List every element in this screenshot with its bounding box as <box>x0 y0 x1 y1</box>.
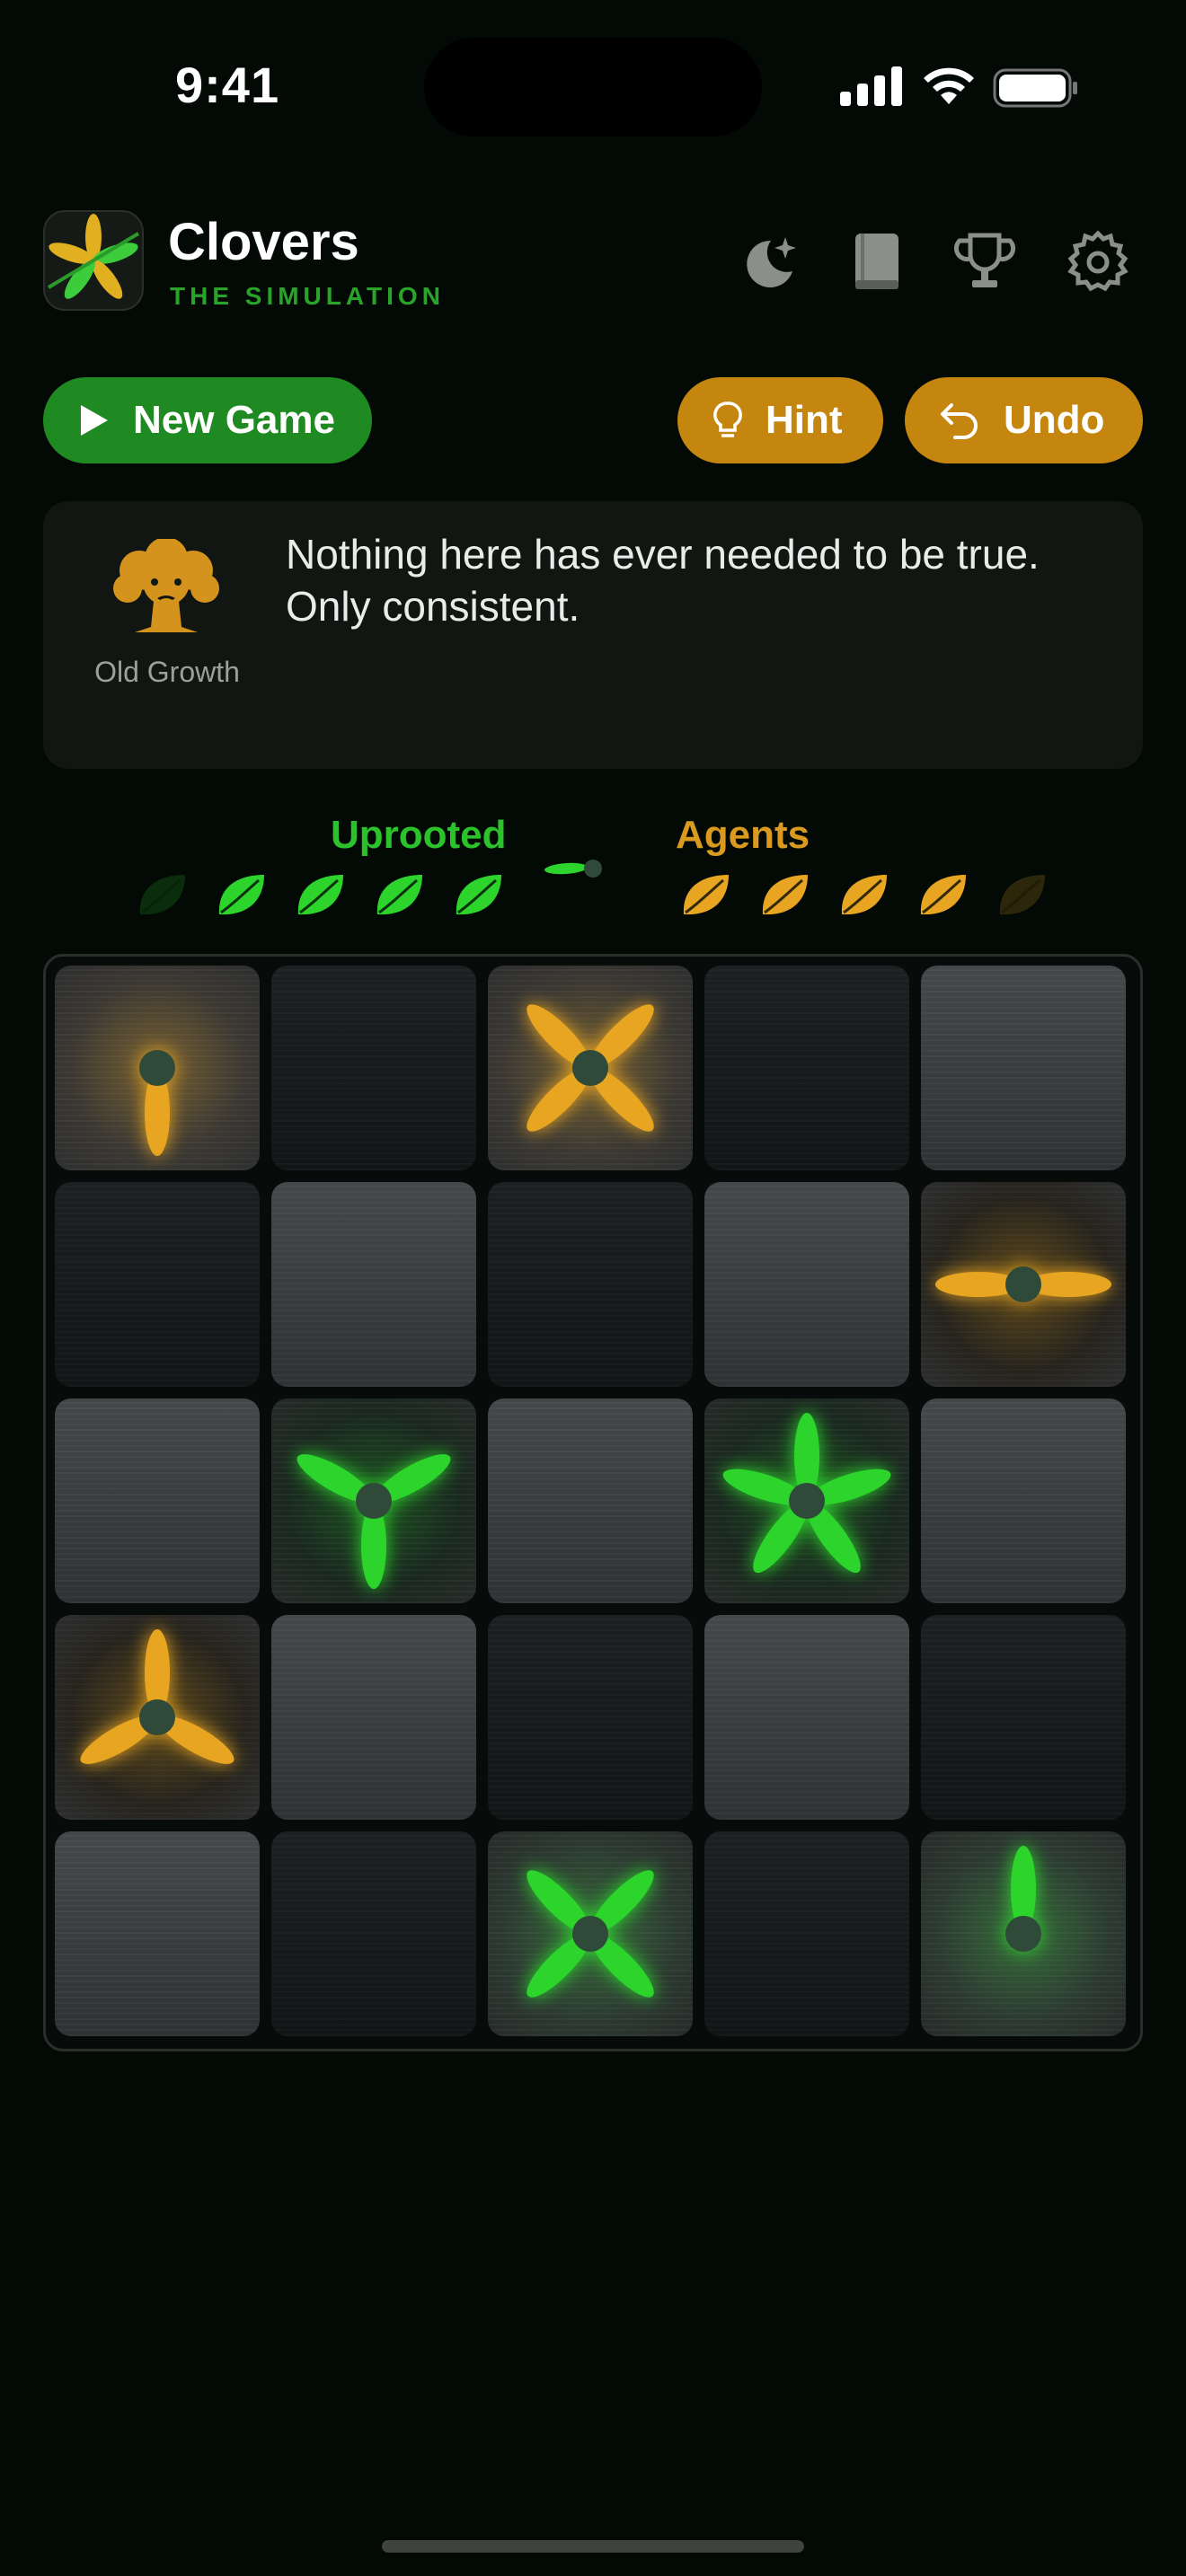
hint-label: Hint <box>766 398 843 442</box>
agent-clover-icon <box>935 1266 1111 1302</box>
agent-clover-icon <box>139 1050 175 1156</box>
board-cell[interactable] <box>921 1831 1126 2036</box>
app-logo-icon <box>43 210 144 311</box>
undo-label: Undo <box>1004 398 1105 442</box>
score-leaf-icon <box>836 869 890 920</box>
board-cell[interactable] <box>488 1831 693 2036</box>
battery-icon <box>993 68 1077 108</box>
uprooted-label: Uprooted <box>331 813 507 857</box>
oak-tree-icon <box>113 539 219 632</box>
new-game-button[interactable]: New Game <box>43 377 372 463</box>
player-clover-icon <box>1005 1846 1041 1952</box>
agent-clover-icon <box>80 1629 235 1764</box>
board-cell[interactable] <box>488 1398 693 1603</box>
board-cell[interactable] <box>921 1182 1126 1387</box>
wifi-icon <box>924 67 974 104</box>
board-cell[interactable] <box>55 1398 260 1603</box>
score-leaf-icon <box>678 869 732 920</box>
board-cell[interactable] <box>704 1398 909 1603</box>
undo-button[interactable]: Undo <box>905 377 1143 463</box>
cellular-signal-icon <box>840 66 902 106</box>
board-cell[interactable] <box>488 1182 693 1387</box>
agent-clover-icon <box>527 1004 654 1132</box>
player-clover-icon <box>527 1870 654 1998</box>
board-cell[interactable] <box>704 1182 909 1387</box>
board-cell[interactable] <box>271 1398 476 1603</box>
board-cell[interactable] <box>921 966 1126 1170</box>
undo-arrow-icon <box>941 403 978 439</box>
board-cell[interactable] <box>921 1615 1126 1820</box>
app-subtitle: THE SIMULATION <box>170 282 445 310</box>
board-cell[interactable] <box>704 966 909 1170</box>
board-cell[interactable] <box>55 1182 260 1387</box>
board-cell[interactable] <box>271 966 476 1170</box>
score-leaf-icon <box>451 869 505 920</box>
night-mode-icon[interactable] <box>737 228 805 296</box>
game-board <box>43 954 1143 2051</box>
lightbulb-icon <box>713 401 742 437</box>
settings-gear-icon[interactable] <box>1064 228 1132 296</box>
trophy-icon[interactable] <box>951 228 1019 296</box>
dynamic-island <box>424 38 762 137</box>
play-icon <box>81 405 108 436</box>
board-cell[interactable] <box>271 1182 476 1387</box>
board-cell[interactable] <box>488 966 693 1170</box>
home-indicator <box>382 2540 804 2553</box>
player-clover-icon <box>722 1413 891 1574</box>
score-leaf-icon <box>214 869 268 920</box>
score-leaf-icon <box>916 869 969 920</box>
score-leaf-icon <box>135 869 189 920</box>
board-cell[interactable] <box>921 1398 1126 1603</box>
board-cell[interactable] <box>55 1615 260 1820</box>
board-cell[interactable] <box>271 1615 476 1820</box>
board-cell[interactable] <box>704 1615 909 1820</box>
score-leaf-icon <box>293 869 347 920</box>
board-cell[interactable] <box>704 1831 909 2036</box>
agents-label: Agents <box>676 813 810 857</box>
score-leaf-icon <box>757 869 811 920</box>
player-clover-icon <box>296 1454 451 1589</box>
board-cell[interactable] <box>55 966 260 1170</box>
character-name: Old Growth <box>94 656 240 688</box>
turn-indicator-icon <box>544 860 602 878</box>
status-time: 9:41 <box>175 57 280 113</box>
board-cell[interactable] <box>271 1831 476 2036</box>
app-title: Clovers <box>168 213 359 271</box>
character-quote: Nothing here has ever needed to be true.… <box>286 531 1040 630</box>
score-leaf-icon <box>995 869 1049 920</box>
rules-book-icon[interactable] <box>843 228 911 296</box>
hint-button[interactable]: Hint <box>677 377 883 463</box>
board-cell[interactable] <box>488 1615 693 1820</box>
new-game-label: New Game <box>133 398 335 442</box>
board-cell[interactable] <box>55 1831 260 2036</box>
score-leaf-icon <box>372 869 426 920</box>
